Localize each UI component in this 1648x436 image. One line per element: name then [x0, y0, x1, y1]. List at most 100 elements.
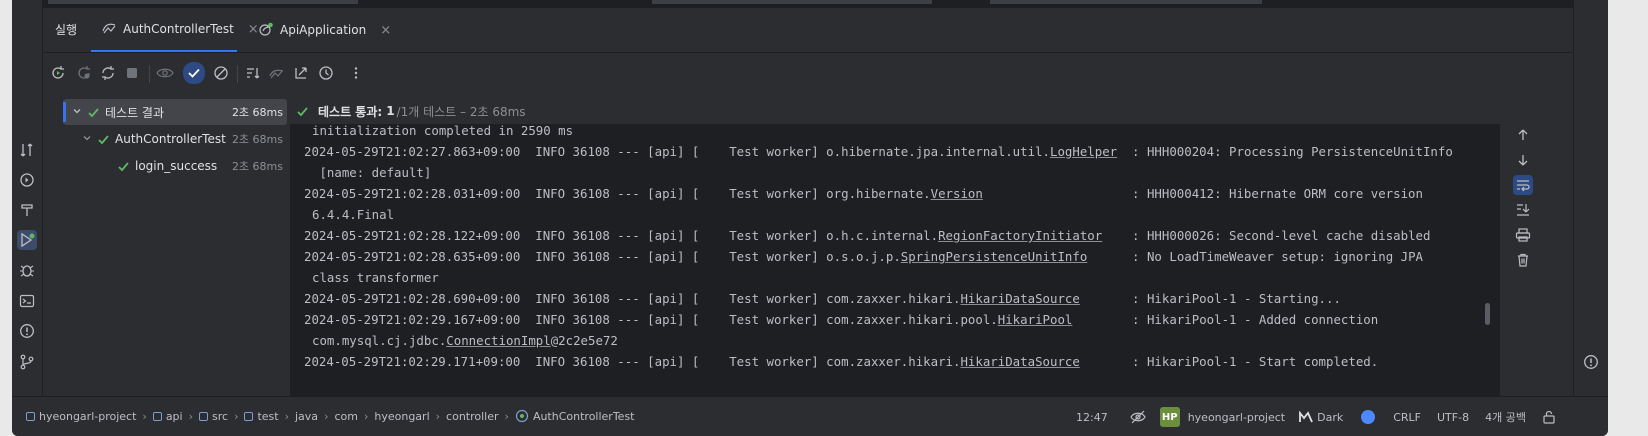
run-tool-icon[interactable]	[17, 230, 37, 250]
chevron-right-icon: ›	[324, 409, 329, 423]
selection-marker	[63, 102, 66, 122]
tree-item-test-results[interactable]: 테스트 결과 2초 68ms	[63, 99, 287, 125]
log-text: 2024-05-29T21:02:27.863+09:00 INFO 36108…	[304, 144, 1050, 159]
tree-item-label: login_success	[135, 159, 218, 173]
breadcrumb: hyeongarl-project › api › src › test › java › com ›…	[26, 409, 635, 423]
breadcrumb-item[interactable]: AuthControllerTest	[515, 409, 635, 423]
tree-item-login-success[interactable]: login_success 2초 68ms	[115, 153, 287, 179]
breadcrumb-label: api	[165, 409, 183, 423]
breadcrumb-item[interactable]: hyeongarl	[374, 410, 429, 423]
git-branch-icon[interactable]	[17, 352, 37, 372]
trash-icon[interactable]	[1513, 250, 1533, 270]
eye-crossed-icon[interactable]	[1130, 409, 1146, 425]
tree-item-time: 2초 68ms	[231, 106, 283, 119]
indent-setting[interactable]: 4개 공백	[1485, 409, 1526, 425]
chevron-down-icon[interactable]	[69, 106, 85, 119]
arrow-down-icon[interactable]	[1513, 150, 1533, 170]
tab-label: AuthControllerTest	[123, 22, 234, 36]
soft-wrap-icon[interactable]	[1513, 175, 1533, 195]
test-status-header: 테스트 통과: 1 /1개 테스트 – 2초 68ms	[290, 98, 1500, 124]
project-name[interactable]: hyeongarl-project	[1188, 411, 1285, 424]
breadcrumb-label: hyeongarl	[374, 409, 430, 423]
caret-position[interactable]: 12:47	[1076, 411, 1108, 424]
sort-icon[interactable]	[243, 63, 263, 83]
show-passed-eye-icon[interactable]	[155, 63, 175, 83]
toolbar-separator	[149, 65, 150, 83]
tree-item-auth-controller-test[interactable]: AuthControllerTest 2초 68ms	[79, 126, 287, 152]
build-hammer-icon[interactable]	[17, 200, 37, 220]
file-encoding[interactable]: UTF-8	[1437, 411, 1469, 424]
notifications-icon[interactable]	[1581, 352, 1601, 372]
pass-check-icon	[95, 133, 111, 146]
chevron-right-icon: ›	[142, 409, 147, 423]
log-line: 6.4.4.Final	[312, 204, 394, 225]
chevron-down-icon[interactable]	[79, 133, 95, 146]
chevron-right-icon: ›	[188, 409, 193, 423]
breadcrumb-label: java	[295, 409, 319, 423]
log-class-link[interactable]: SpringPersistenceUnitInfo	[901, 249, 1088, 264]
status-detail: /1개 테스트 – 2초 68ms	[396, 104, 526, 119]
log-text: : HHH000412: Hibernate ORM core version	[982, 186, 1423, 201]
services-icon[interactable]	[17, 170, 37, 190]
lock-icon[interactable]	[1542, 410, 1556, 424]
show-passed-check-icon[interactable]	[183, 62, 205, 84]
log-class-link[interactable]: HikariDataSource	[960, 354, 1079, 369]
theme-label[interactable]: Dark	[1317, 411, 1343, 424]
stop-icon[interactable]	[122, 63, 142, 83]
status-bar: hyeongarl-project › api › src › test › java › com ›…	[12, 396, 1608, 436]
line-ending[interactable]: CRLF	[1393, 411, 1421, 424]
editor-tab-stub[interactable]	[990, 0, 1262, 4]
project-badge[interactable]: HP	[1159, 407, 1180, 427]
status-bar-right: 12:47 HP hyeongarl-project Dark CRLF UTF…	[1076, 407, 1556, 427]
ai-assistant-dot-icon[interactable]	[1361, 410, 1376, 424]
breadcrumb-item[interactable]: controller	[446, 410, 498, 423]
rerun-failed-icon[interactable]	[74, 63, 94, 83]
debug-bug-icon[interactable]	[17, 260, 37, 280]
log-text: initialization completed in 2590 ms	[312, 124, 574, 138]
console-log[interactable]: initialization completed in 2590 ms 2024-…	[290, 124, 1500, 396]
breadcrumb-item[interactable]: test	[244, 410, 279, 423]
log-class-link[interactable]: HikariPool	[998, 312, 1073, 327]
problems-icon[interactable]	[17, 321, 37, 341]
theme-icon[interactable]	[1299, 411, 1313, 423]
tab-api-application[interactable]: ApiApplication ×	[248, 8, 391, 52]
import-tests-icon[interactable]	[267, 63, 287, 83]
show-ignored-icon[interactable]	[211, 63, 231, 83]
log-line: 2024-05-29T21:02:29.171+09:00 INFO 36108…	[304, 351, 1378, 372]
terminal-icon[interactable]	[17, 291, 37, 311]
scroll-to-end-icon[interactable]	[1513, 200, 1533, 220]
log-text: : No LoadTimeWeaver setup: ignoring JPA	[1087, 249, 1423, 264]
log-class-link[interactable]: LogHelper	[1050, 144, 1117, 159]
log-text: 2024-05-29T21:02:28.635+09:00 INFO 36108…	[304, 249, 901, 264]
log-text: : HikariPool-1 - Added connection	[1072, 312, 1379, 327]
breadcrumb-item[interactable]: src	[199, 410, 228, 423]
commit-icon[interactable]	[17, 140, 37, 160]
tab-auth-controller-test[interactable]: AuthControllerTest ×	[91, 8, 259, 52]
breadcrumb-item[interactable]: api	[152, 409, 183, 423]
pass-check-icon	[85, 106, 101, 119]
print-icon[interactable]	[1513, 225, 1533, 245]
export-results-icon[interactable]	[291, 63, 311, 83]
breadcrumb-item[interactable]: java	[295, 410, 318, 423]
arrow-up-icon[interactable]	[1513, 125, 1533, 145]
console-output[interactable]: 테스트 통과: 1 /1개 테스트 – 2초 68ms initializati…	[290, 98, 1500, 396]
breadcrumb-item[interactable]: hyeongarl-project	[26, 410, 136, 423]
log-class-link[interactable]: HikariDataSource	[960, 291, 1079, 306]
log-class-link[interactable]: ConnectionImpl	[446, 333, 550, 348]
breadcrumb-item[interactable]: com	[334, 410, 358, 423]
log-text: 2024-05-29T21:02:29.171+09:00 INFO 36108…	[304, 354, 961, 369]
close-icon[interactable]: ×	[380, 23, 391, 38]
log-line: 2024-05-29T21:02:28.690+09:00 INFO 36108…	[304, 288, 1341, 309]
toolbar-separator	[237, 65, 238, 83]
run-tabs-row: 실행 AuthControllerTest × ApiApplication ×	[43, 8, 1573, 53]
more-options-icon[interactable]	[346, 63, 366, 83]
toggle-auto-test-icon[interactable]	[98, 63, 118, 83]
log-class-link[interactable]: Version	[931, 186, 983, 201]
editor-tab-stub[interactable]	[652, 0, 932, 4]
console-scrollbar[interactable]	[1485, 303, 1490, 325]
log-class-link[interactable]: RegionFactoryInitiator	[938, 228, 1102, 243]
test-history-icon[interactable]	[316, 63, 336, 83]
editor-tab-stub[interactable]	[48, 0, 358, 4]
rerun-icon[interactable]	[48, 63, 68, 83]
log-text: @2c2e5e72	[550, 333, 618, 348]
